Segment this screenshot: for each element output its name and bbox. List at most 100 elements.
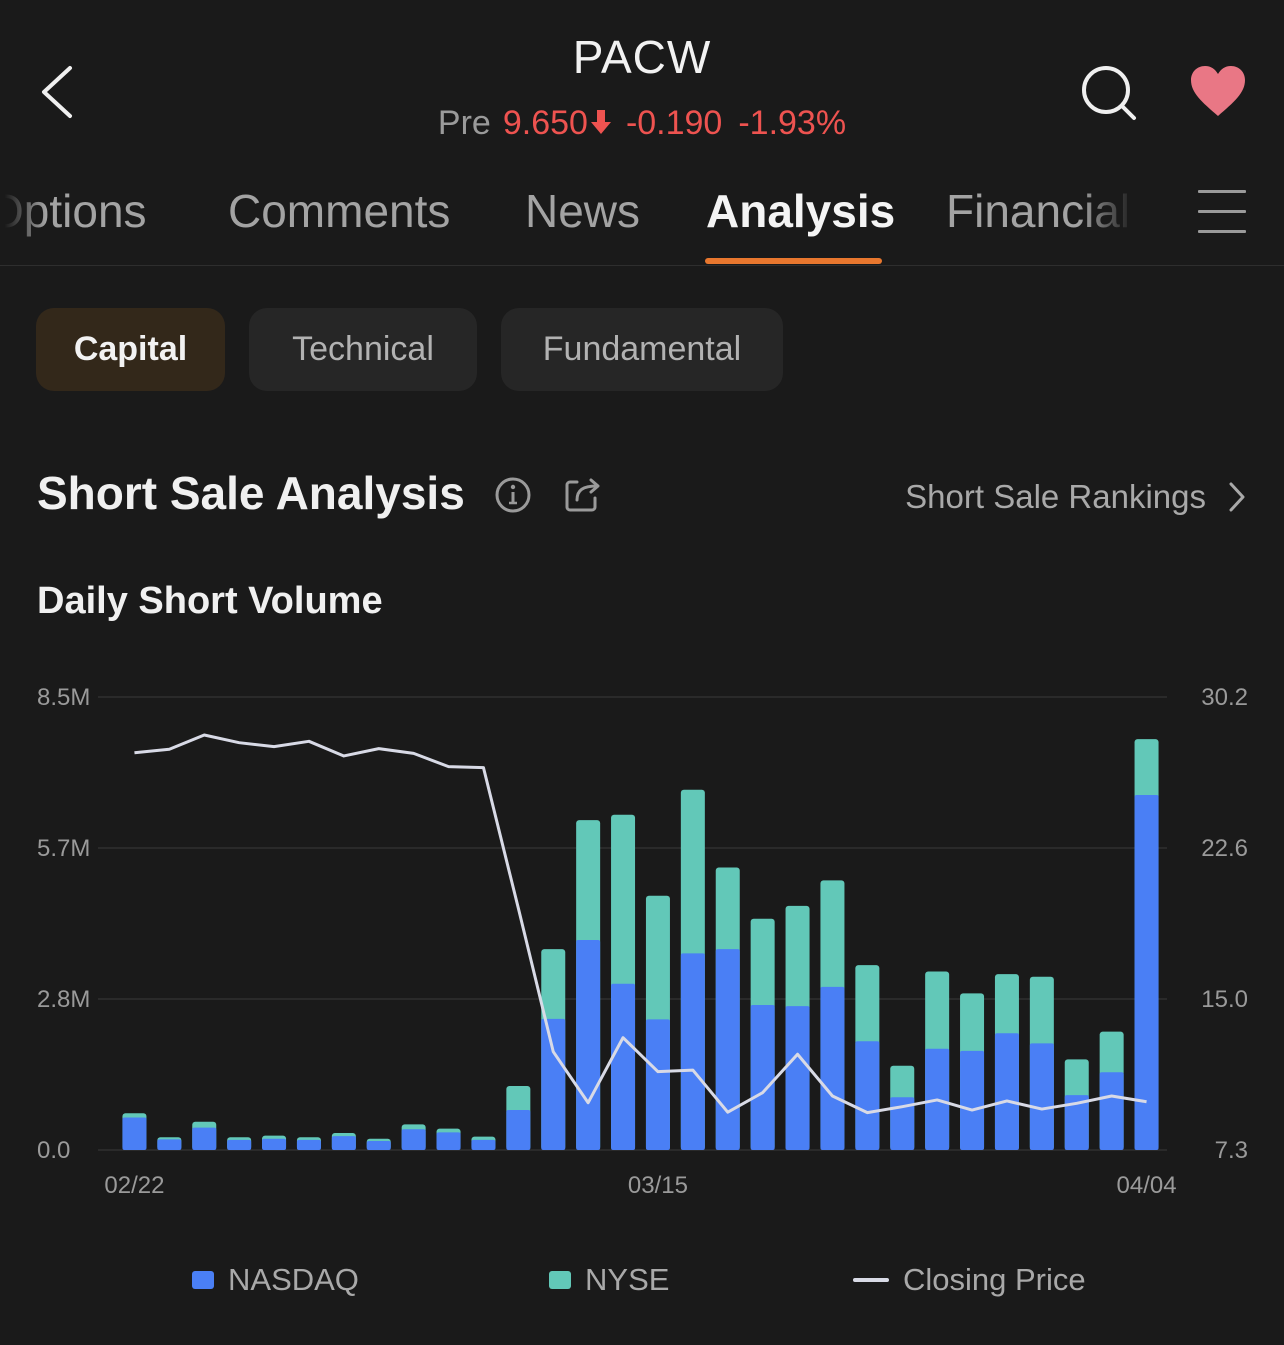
chart-title: Daily Short Volume [37,580,383,622]
bar-group [436,1128,461,1150]
bar-group [227,1137,252,1150]
bar-group [506,1086,531,1150]
bar-group [262,1135,287,1150]
bar-group [1134,739,1159,1150]
bar-group [855,965,880,1150]
bar-nasdaq [436,1132,461,1150]
bar-group [645,895,670,1150]
tab-fade-left [0,180,46,250]
session-label: Pre [437,104,491,142]
x-tick-label: 03/15 [628,1172,688,1199]
bar-group [994,974,1019,1150]
bar-nasdaq [366,1140,391,1150]
bar-group [820,880,845,1150]
y-left-tick-label: 5.7M [37,835,90,862]
bar-nasdaq [855,1041,880,1150]
bar-nasdaq [994,1033,1019,1150]
tab-bar: Options Comments News Analysis Financial [0,180,1180,266]
bar-nasdaq [576,940,601,1150]
bar-nasdaq [1099,1072,1124,1150]
heart-icon [1191,66,1245,116]
x-tick-label: 04/04 [1117,1172,1177,1199]
legend-closing-label: Closing Price [903,1262,1086,1297]
bar-group [366,1138,391,1150]
search-button[interactable] [1080,64,1140,124]
bar-group [680,789,705,1150]
bar-group [157,1137,182,1150]
bar-group [1099,1031,1124,1150]
bar-group [401,1124,426,1150]
bar-nasdaq [960,1050,985,1150]
bar-group [611,814,636,1150]
price-value: 9.650 [502,104,588,142]
bar-nasdaq [122,1117,147,1150]
tab-analysis[interactable]: Analysis [706,184,895,238]
tab-news[interactable]: News [525,184,640,238]
bar-nasdaq [680,953,705,1150]
rankings-link-label: Short Sale Rankings [905,478,1206,515]
bar-group [1029,976,1054,1150]
hamburger-menu-icon[interactable] [1198,188,1250,234]
x-tick-label: 02/22 [104,1172,164,1199]
closing-price-line [134,733,1147,1115]
change-value: -0.190 [625,104,723,142]
bar-group [925,971,950,1150]
bar-nasdaq [611,983,636,1150]
bar-nasdaq [645,1019,670,1150]
bar-nasdaq [785,1006,810,1150]
bar-group [960,993,985,1150]
bar-nasdaq [715,949,740,1150]
bar-nasdaq [1029,1043,1054,1150]
segment-fundamental[interactable]: Fundamental [501,308,783,391]
legend-nasdaq-swatch [192,1271,214,1289]
legend-nyse-swatch [549,1271,571,1289]
bar-group [471,1136,496,1150]
y-left-tick-label: 2.8M [37,986,90,1013]
bar-nasdaq [541,1018,566,1150]
bar-nasdaq [750,1005,775,1150]
y-right-tick-label: 30.2 [1201,684,1248,711]
bar-nasdaq [227,1139,252,1150]
segment-technical[interactable]: Technical [249,308,477,391]
bar-group [331,1132,356,1150]
legend-nasdaq-label: NASDAQ [228,1262,359,1297]
legend-nyse-label: NYSE [585,1262,670,1297]
bar-nasdaq [331,1136,356,1150]
bar-group [750,918,775,1150]
y-right-tick-label: 7.3 [1215,1137,1248,1164]
bar-nasdaq [262,1138,287,1150]
favorite-button[interactable] [1188,64,1248,120]
y-right-tick-label: 15.0 [1201,986,1248,1013]
share-icon[interactable] [563,476,603,514]
bar-nasdaq [471,1139,496,1150]
short-sale-rankings-link[interactable]: Short Sale Rankings [905,478,1246,516]
info-icon[interactable] [494,476,532,514]
arrow-down-icon [590,110,611,134]
legend-nasdaq[interactable]: NASDAQ [192,1262,359,1298]
bar-nasdaq [1134,795,1159,1150]
bar-nasdaq [192,1127,217,1150]
bar-group [296,1137,321,1150]
short-volume-chart: 0.0 2.8M 5.7M 8.5M 7.3 15.0 22.6 30.2 02/22 03/… [37,684,1248,1199]
change-percent: -1.93% [738,104,847,142]
active-tab-indicator [705,258,882,264]
search-icon [1082,66,1136,120]
bar-nasdaq [401,1129,426,1150]
section-title: Short Sale Analysis [37,467,465,519]
segment-capital[interactable]: Capital [36,308,225,391]
legend-closing-price[interactable]: Closing Price [853,1262,1086,1298]
bar-group [192,1121,217,1150]
y-right-tick-label: 22.6 [1201,835,1248,862]
y-left-tick-label: 0.0 [37,1137,70,1164]
bar-group [785,905,810,1150]
tab-comments[interactable]: Comments [228,184,450,238]
tab-divider [0,265,1284,266]
legend-nyse[interactable]: NYSE [549,1262,669,1298]
bar-nasdaq [157,1139,182,1150]
bar-group [122,1113,147,1150]
y-left-tick-label: 8.5M [37,684,90,711]
bar-nasdaq [820,986,845,1150]
chevron-right-icon [1229,482,1245,512]
bar-nasdaq [296,1139,321,1150]
legend-closing-line [853,1278,889,1282]
